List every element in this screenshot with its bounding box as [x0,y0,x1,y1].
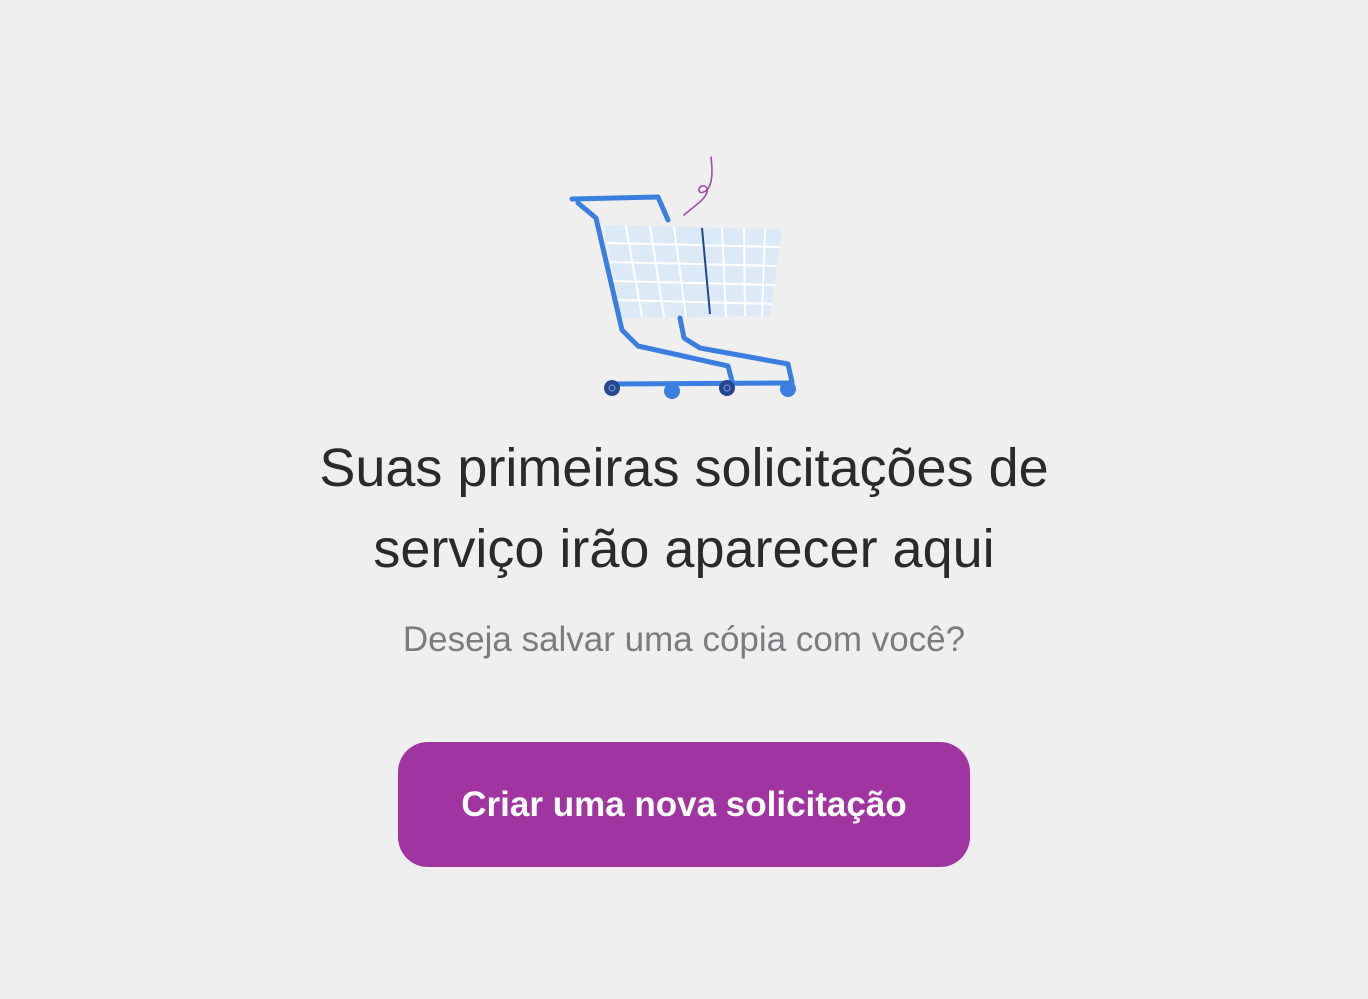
title-line-2: serviço irão aparecer aqui [373,519,995,579]
title-line-1: Suas primeiras solicitações de [319,438,1049,498]
empty-state-subtitle: Deseja salvar uma cópia com você? [402,620,966,659]
empty-state: Suas primeiras solicitações de serviço i… [0,0,1368,999]
create-request-button[interactable]: Criar uma nova solicitação [398,742,970,867]
shopping-cart-icon [564,150,808,402]
create-request-button-label: Criar uma nova solicitação [461,784,907,824]
empty-state-title: Suas primeiras solicitações de serviço i… [184,428,1184,590]
